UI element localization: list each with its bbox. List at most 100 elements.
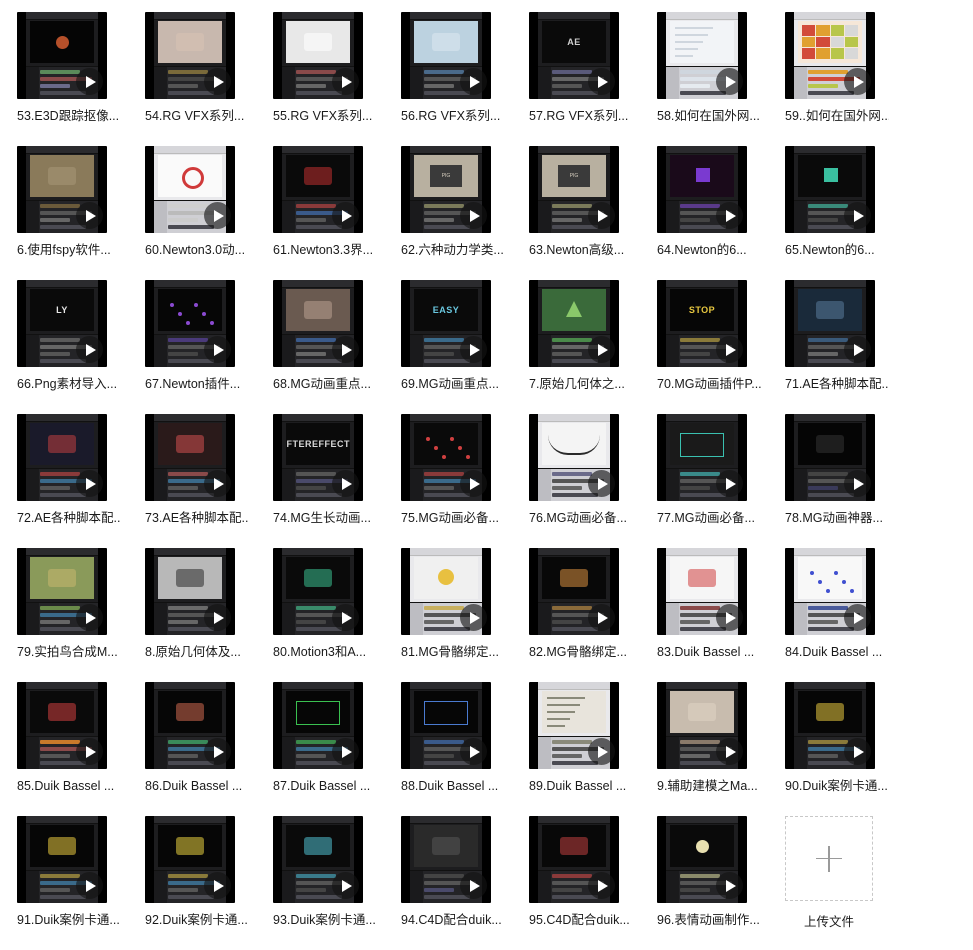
play-icon[interactable]	[204, 738, 231, 765]
file-thumbnail[interactable]	[145, 12, 235, 99]
file-card[interactable]: 92.Duik案例卡通...	[145, 816, 249, 950]
play-icon[interactable]	[204, 202, 231, 229]
file-thumbnail[interactable]	[529, 548, 619, 635]
file-thumbnail[interactable]	[17, 548, 107, 635]
file-card[interactable]: 59..如何在国外网...	[785, 12, 889, 146]
file-thumbnail[interactable]	[273, 280, 363, 367]
file-card[interactable]: PIG 62.六种动力学类...	[401, 146, 505, 280]
play-icon[interactable]	[460, 470, 487, 497]
file-card[interactable]: 77.MG动画必备...	[657, 414, 761, 548]
play-icon[interactable]	[460, 336, 487, 363]
file-card[interactable]: 78.MG动画神器...	[785, 414, 889, 548]
play-icon[interactable]	[76, 604, 103, 631]
file-thumbnail[interactable]	[17, 12, 107, 99]
file-thumbnail[interactable]	[145, 146, 235, 233]
play-icon[interactable]	[844, 738, 871, 765]
file-card[interactable]: 84.Duik Bassel ...	[785, 548, 889, 682]
file-thumbnail[interactable]	[785, 414, 875, 501]
file-thumbnail[interactable]	[785, 548, 875, 635]
file-card[interactable]: 94.C4D配合duik...	[401, 816, 505, 950]
play-icon[interactable]	[716, 872, 743, 899]
play-icon[interactable]	[204, 68, 231, 95]
play-icon[interactable]	[332, 202, 359, 229]
file-card[interactable]: 87.Duik Bassel ...	[273, 682, 377, 816]
file-thumbnail[interactable]: EASY	[401, 280, 491, 367]
file-thumbnail[interactable]	[657, 414, 747, 501]
file-thumbnail[interactable]: STOP	[657, 280, 747, 367]
play-icon[interactable]	[332, 68, 359, 95]
play-icon[interactable]	[716, 470, 743, 497]
file-card[interactable]: AE 57.RG VFX系列...	[529, 12, 633, 146]
file-thumbnail[interactable]: LY	[17, 280, 107, 367]
play-icon[interactable]	[588, 872, 615, 899]
play-icon[interactable]	[76, 738, 103, 765]
play-icon[interactable]	[460, 604, 487, 631]
file-thumbnail[interactable]	[401, 12, 491, 99]
play-icon[interactable]	[716, 604, 743, 631]
file-card[interactable]: AFTEREFFECTS 74.MG生长动画...	[273, 414, 377, 548]
file-thumbnail[interactable]	[657, 548, 747, 635]
play-icon[interactable]	[332, 872, 359, 899]
file-card[interactable]: 80.Motion3和A...	[273, 548, 377, 682]
play-icon[interactable]	[588, 68, 615, 95]
file-thumbnail[interactable]	[657, 146, 747, 233]
file-card[interactable]: 68.MG动画重点...	[273, 280, 377, 414]
file-thumbnail[interactable]	[145, 682, 235, 769]
file-thumbnail[interactable]	[657, 816, 747, 903]
file-thumbnail[interactable]	[273, 146, 363, 233]
file-card[interactable]: 61.Newton3.3界...	[273, 146, 377, 280]
play-icon[interactable]	[716, 738, 743, 765]
play-icon[interactable]	[716, 202, 743, 229]
file-card[interactable]: 96.表情动画制作...	[657, 816, 761, 950]
file-thumbnail[interactable]	[401, 816, 491, 903]
file-thumbnail[interactable]	[401, 414, 491, 501]
file-card[interactable]: 67.Newton插件...	[145, 280, 249, 414]
file-card[interactable]: STOP 70.MG动画插件P...	[657, 280, 761, 414]
play-icon[interactable]	[332, 604, 359, 631]
file-thumbnail[interactable]	[145, 548, 235, 635]
file-thumbnail[interactable]	[529, 414, 619, 501]
file-card[interactable]: 90.Duik案例卡通...	[785, 682, 889, 816]
play-icon[interactable]	[588, 336, 615, 363]
file-thumbnail[interactable]	[657, 682, 747, 769]
play-icon[interactable]	[76, 202, 103, 229]
file-card[interactable]: 73.AE各种脚本配...	[145, 414, 249, 548]
file-thumbnail[interactable]	[785, 682, 875, 769]
file-card[interactable]: 55.RG VFX系列...	[273, 12, 377, 146]
play-icon[interactable]	[460, 738, 487, 765]
play-icon[interactable]	[844, 336, 871, 363]
file-thumbnail[interactable]	[273, 12, 363, 99]
play-icon[interactable]	[204, 872, 231, 899]
play-icon[interactable]	[716, 336, 743, 363]
file-card[interactable]: 81.MG骨骼绑定...	[401, 548, 505, 682]
file-thumbnail[interactable]: AE	[529, 12, 619, 99]
file-card[interactable]: 86.Duik Bassel ...	[145, 682, 249, 816]
file-card[interactable]: 89.Duik Bassel ...	[529, 682, 633, 816]
play-icon[interactable]	[588, 202, 615, 229]
play-icon[interactable]	[204, 604, 231, 631]
play-icon[interactable]	[460, 872, 487, 899]
file-thumbnail[interactable]	[785, 280, 875, 367]
file-card[interactable]: 85.Duik Bassel ...	[17, 682, 121, 816]
file-thumbnail[interactable]	[145, 816, 235, 903]
file-card[interactable]: 8.原始几何体及...	[145, 548, 249, 682]
file-card[interactable]: LY 66.Png素材导入...	[17, 280, 121, 414]
file-card[interactable]: 71.AE各种脚本配...	[785, 280, 889, 414]
file-thumbnail[interactable]	[401, 548, 491, 635]
file-card[interactable]: 72.AE各种脚本配...	[17, 414, 121, 548]
file-card[interactable]: 65.Newton的6...	[785, 146, 889, 280]
file-card[interactable]: 91.Duik案例卡通...	[17, 816, 121, 950]
play-icon[interactable]	[76, 470, 103, 497]
play-icon[interactable]	[332, 738, 359, 765]
play-icon[interactable]	[588, 738, 615, 765]
play-icon[interactable]	[332, 336, 359, 363]
play-icon[interactable]	[460, 68, 487, 95]
file-card[interactable]: 83.Duik Bassel ...	[657, 548, 761, 682]
file-thumbnail[interactable]	[17, 816, 107, 903]
upload-file-card[interactable]: 上传文件	[785, 816, 889, 950]
file-thumbnail[interactable]: AFTEREFFECTS	[273, 414, 363, 501]
file-card[interactable]: 82.MG骨骼绑定...	[529, 548, 633, 682]
file-thumbnail[interactable]	[273, 682, 363, 769]
file-thumbnail[interactable]	[145, 280, 235, 367]
file-thumbnail[interactable]: PIG	[401, 146, 491, 233]
